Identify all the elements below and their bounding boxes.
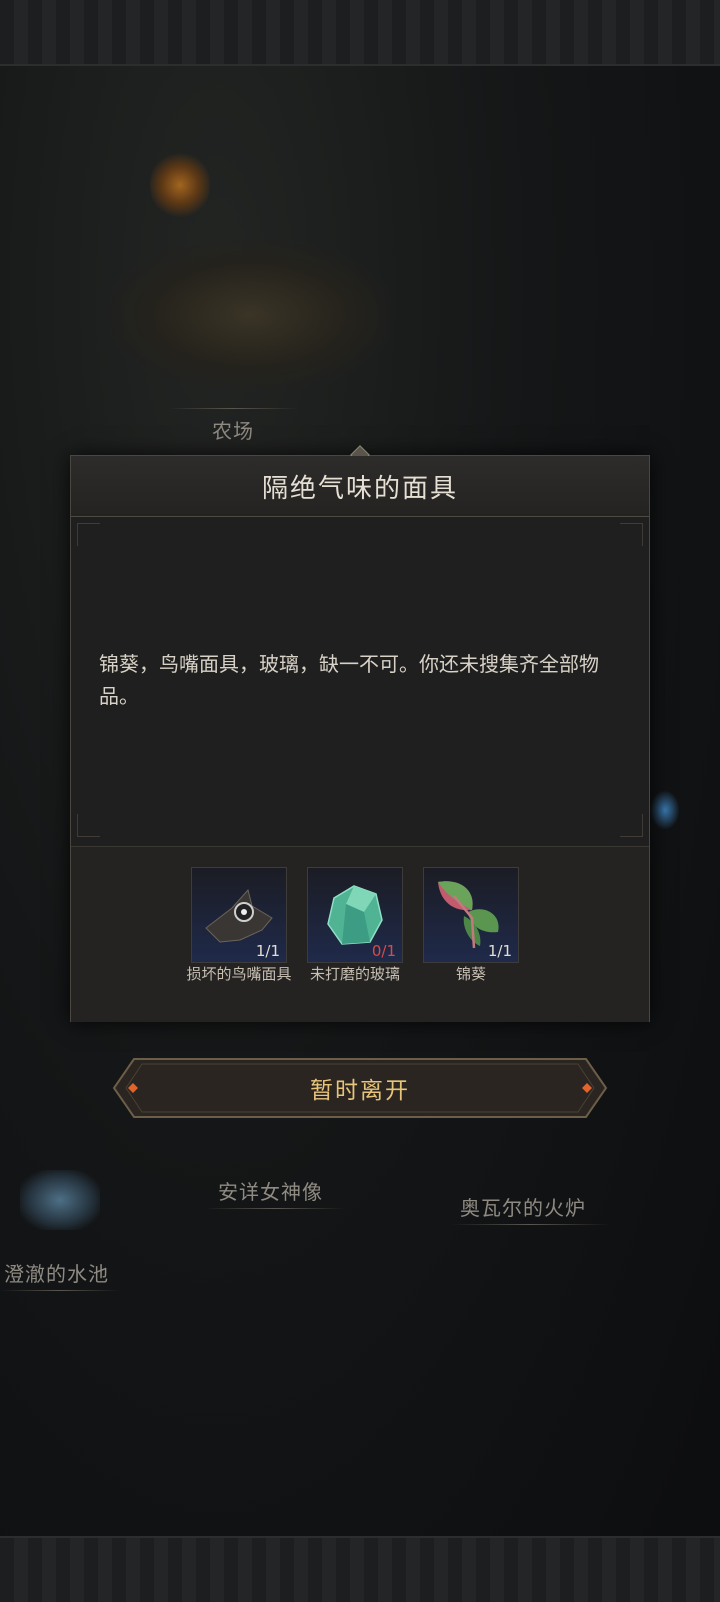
location-label-clear-pool[interactable]: 澄澈的水池 [4,1258,109,1287]
item-count: 0/1 [371,942,396,960]
pool-area[interactable] [20,1170,100,1230]
leave-temporarily-button[interactable]: 暂时离开 [112,1057,608,1119]
item-name: 未打磨的玻璃 [309,965,400,983]
location-underline [168,408,298,409]
item-slot[interactable]: 1/1 [191,867,287,963]
location-label-goddess-statue[interactable]: 安详女神像 [218,1176,323,1205]
top-frame-border [0,0,720,66]
item-mallow[interactable]: 1/1 锦葵 [423,867,519,983]
location-underline [0,1290,120,1291]
location-underline [450,1224,610,1225]
item-count: 1/1 [487,942,512,960]
item-name: 锦葵 [455,965,486,983]
item-name: 损坏的鸟嘴面具 [186,965,292,983]
required-items-panel: 1/1 损坏的鸟嘴面具 0/1 未打磨的玻璃 1/1 锦葵 [71,846,649,1022]
blue-light [650,790,680,830]
item-broken-beak-mask[interactable]: 1/1 损坏的鸟嘴面具 [186,867,292,983]
dialog-message: 锦葵，鸟嘴面具，玻璃，缺一不可。你还未搜集齐全部物品。 [99,651,599,708]
leave-button-label: 暂时离开 [310,1078,410,1104]
dialog-title: 隔绝气味的面具 [261,473,458,504]
item-slot[interactable]: 0/1 [307,867,403,963]
item-slot[interactable]: 1/1 [423,867,519,963]
farm-area[interactable] [110,240,390,390]
bottom-frame-border [0,1536,720,1602]
item-unpolished-glass[interactable]: 0/1 未打磨的玻璃 [307,867,403,983]
dialog-header: 隔绝气味的面具 [71,456,649,517]
campfire-glow [150,150,210,220]
location-label-farm[interactable]: 农场 [212,415,254,444]
location-underline [205,1208,345,1209]
location-label-owar-furnace[interactable]: 奥瓦尔的火炉 [460,1192,586,1221]
dialog-body: 锦葵，鸟嘴面具，玻璃，缺一不可。你还未搜集齐全部物品。 [71,517,649,842]
item-count: 1/1 [255,942,280,960]
item-requirement-dialog: 隔绝气味的面具 锦葵，鸟嘴面具，玻璃，缺一不可。你还未搜集齐全部物品。 1/1 … [70,445,650,1022]
